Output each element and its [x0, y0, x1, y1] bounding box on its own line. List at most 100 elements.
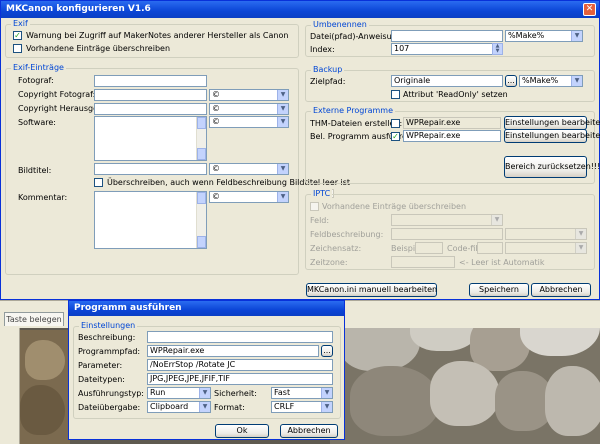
- fotograf-field[interactable]: [94, 75, 207, 87]
- software-select-value: ©: [212, 117, 220, 126]
- background-photo-left: [20, 330, 70, 444]
- programmpfad-field[interactable]: WPRepair.exe: [147, 345, 319, 357]
- iptc-zeitzone-field[interactable]: [391, 256, 455, 268]
- chevron-down-icon: ▼: [277, 117, 288, 127]
- chevron-down-icon: ▼: [575, 243, 586, 253]
- thm-settings-button[interactable]: Einstellungen bearbeiten...: [504, 116, 600, 130]
- chevron-down-icon: ▼: [321, 402, 332, 412]
- main-close-button[interactable]: ✕: [583, 3, 596, 16]
- main-titlebar[interactable]: MKCanon konfigurieren V1.6: [1, 1, 599, 18]
- run-program-dialog: Programm ausführen Einstellungen Beschre…: [68, 300, 345, 440]
- kommentar-scrollbar[interactable]: [196, 192, 206, 248]
- save-button[interactable]: Speichern: [469, 283, 529, 297]
- iptc-feld-label: Feld:: [310, 216, 330, 225]
- programmpfad-browse-button[interactable]: ...: [321, 345, 333, 357]
- iptc-feld-select[interactable]: ▼: [391, 214, 503, 226]
- dialog-cancel-button[interactable]: Abbrechen: [280, 424, 338, 438]
- index-value: 107: [394, 44, 410, 53]
- thm-checkbox[interactable]: [391, 119, 400, 128]
- background-tab[interactable]: Taste belegen: [4, 312, 64, 326]
- format-select[interactable]: CRLF ▼: [271, 401, 333, 413]
- iptc-group-title: IPTC: [311, 189, 333, 199]
- overwrite-title-checkbox[interactable]: [94, 178, 103, 187]
- chevron-down-icon: ▼: [575, 229, 586, 239]
- bel-field[interactable]: WPRepair.exe: [403, 130, 501, 142]
- datei-anweisungen-select[interactable]: %Make% ▼: [505, 30, 583, 42]
- sicherheit-select[interactable]: Fast ▼: [271, 387, 333, 399]
- iptc-feldbeschreibung-label: Feldbeschreibung:: [310, 230, 384, 239]
- dateiuebergabe-select-value: Clipboard: [150, 402, 189, 411]
- zielpfad-select-value: %Make%: [522, 76, 559, 85]
- edit-ini-button[interactable]: MKCanon.ini manuell bearbeiten: [306, 283, 437, 297]
- exif-entries-group-title: Exif-Einträge: [11, 63, 66, 73]
- index-label: Index:: [310, 45, 335, 54]
- bel-settings-button[interactable]: Einstellungen bearbeiten...: [504, 129, 600, 143]
- software-scrollbar[interactable]: [196, 117, 206, 160]
- programmpfad-label: Programmpfad:: [78, 347, 141, 356]
- iptc-codefile-field[interactable]: [477, 242, 503, 254]
- copyright-foto-field[interactable]: [94, 89, 207, 101]
- ausfuehrung-select-value: Run: [150, 388, 166, 397]
- dateiuebergabe-select[interactable]: Clipboard ▼: [147, 401, 211, 413]
- zielpfad-browse-button[interactable]: ...: [505, 75, 517, 87]
- dialog-ok-button[interactable]: Ok: [215, 424, 269, 438]
- warn-makernotes-checkbox[interactable]: ✓: [13, 31, 22, 40]
- exif-overwrite-label: Vorhandene Einträge überschreiben: [26, 44, 171, 53]
- iptc-overwrite-label: Vorhandene Einträge überschreiben: [322, 202, 467, 211]
- iptc-feldbeschreibung-field[interactable]: [391, 228, 503, 240]
- dialog-settings-group-title: Einstellungen: [79, 321, 138, 331]
- chevron-down-icon: ▼: [571, 76, 582, 86]
- fotograf-label: Fotograf:: [18, 76, 54, 85]
- chevron-down-icon: ▼: [277, 164, 288, 174]
- datei-anweisungen-field[interactable]: [391, 30, 503, 42]
- zielpfad-field[interactable]: Originale: [391, 75, 503, 87]
- chevron-down-icon: ▼: [277, 90, 288, 100]
- software-textarea[interactable]: [94, 116, 207, 161]
- bildtitel-label: Bildtitel:: [18, 166, 52, 175]
- thm-field[interactable]: WPRepair.exe: [403, 117, 501, 129]
- bildtitel-field[interactable]: [94, 163, 207, 175]
- copyright-hrsg-field[interactable]: [94, 103, 207, 115]
- bildtitel-select[interactable]: © ▼: [209, 163, 289, 175]
- iptc-auto-hint: <- Leer ist Automatik: [459, 258, 545, 267]
- rename-group-title: Umbenennen: [311, 20, 369, 30]
- software-label: Software:: [18, 118, 56, 127]
- bel-checkbox[interactable]: ✓: [391, 132, 400, 141]
- index-field[interactable]: 107: [391, 43, 503, 55]
- beschreibung-field[interactable]: [147, 331, 333, 343]
- iptc-overwrite-checkbox[interactable]: [310, 202, 319, 211]
- parameter-field[interactable]: /NoErrStop /Rotate JC: [147, 359, 333, 371]
- warn-makernotes-label: Warnung bei Zugriff auf MakerNotes ander…: [26, 31, 289, 40]
- format-label: Format:: [214, 403, 245, 412]
- exif-overwrite-checkbox[interactable]: [13, 44, 22, 53]
- copyright-foto-select[interactable]: © ▼: [209, 89, 289, 101]
- kommentar-textarea[interactable]: [94, 191, 207, 249]
- thm-label: THM-Dateien erstellen:: [310, 119, 403, 128]
- kommentar-select[interactable]: © ▼: [209, 191, 289, 203]
- reset-section-button[interactable]: Bereich zurücksetzen!!!: [504, 156, 600, 178]
- dialog-titlebar[interactable]: Programm ausführen: [69, 301, 344, 316]
- iptc-feldbeschreibung-select[interactable]: ▼: [505, 228, 587, 240]
- copyright-hrsg-select-value: ©: [212, 104, 220, 113]
- chevron-down-icon: ▼: [571, 31, 582, 41]
- ausfuehrung-select[interactable]: Run ▼: [147, 387, 211, 399]
- copyright-hrsg-select[interactable]: © ▼: [209, 103, 289, 115]
- dateitypen-value: JPG,JPEG,JPE,JFIF,TIF: [150, 374, 230, 383]
- ausfuehrung-label: Ausführungstyp:: [78, 389, 144, 398]
- dateitypen-field[interactable]: JPG,JPEG,JPE,JFIF,TIF: [147, 373, 333, 385]
- cancel-button[interactable]: Abbrechen: [531, 283, 591, 297]
- zielpfad-select[interactable]: %Make% ▼: [519, 75, 583, 87]
- dateitypen-label: Dateitypen:: [78, 375, 125, 384]
- close-icon: ✕: [585, 4, 594, 14]
- zielpfad-value: Originale: [394, 76, 431, 85]
- readonly-checkbox[interactable]: [391, 90, 400, 99]
- iptc-example-field[interactable]: [415, 242, 443, 254]
- zielpfad-label: Zielpfad:: [310, 77, 346, 86]
- index-spinner[interactable]: ▲ ▼: [492, 43, 503, 55]
- backup-group-title: Backup: [311, 65, 345, 75]
- beschreibung-label: Beschreibung:: [78, 333, 136, 342]
- iptc-codefile-select[interactable]: ▼: [505, 242, 587, 254]
- kommentar-select-value: ©: [212, 192, 220, 201]
- readonly-label: Attribut 'ReadOnly' setzen: [403, 90, 508, 99]
- software-select[interactable]: © ▼: [209, 116, 289, 128]
